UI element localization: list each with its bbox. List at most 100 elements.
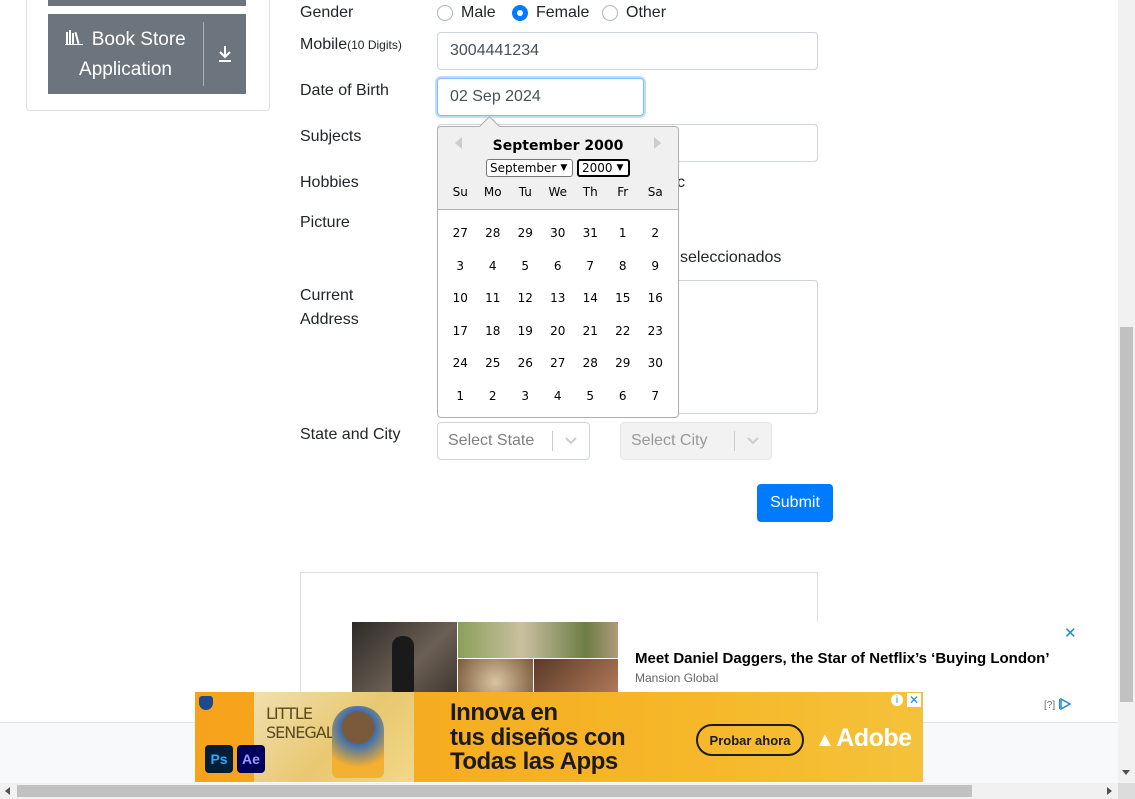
week-row: 3 4 5 6 7 8 9 (444, 250, 672, 283)
day-cell[interactable]: 5 (509, 259, 542, 273)
day-cell[interactable]: 4 (477, 259, 510, 273)
datepicker-popup: September 2000 September ▼ 2000 ▼ Su Mo Tu… (437, 126, 679, 418)
day-cell[interactable]: 9 (639, 259, 672, 273)
day-cell[interactable]: 15 (607, 291, 640, 305)
gender-other-label: Other (626, 4, 667, 21)
weekday-name: Mo (483, 185, 502, 199)
photoshop-icon: Ps (205, 745, 233, 773)
day-cell[interactable]: 19 (509, 324, 542, 338)
ad-promo-text: Innova en tus diseños con Todas las Apps (450, 699, 626, 775)
day-cell[interactable]: 2 (639, 226, 672, 240)
day-cell[interactable]: 23 (639, 324, 672, 338)
day-cell[interactable]: 6 (607, 389, 640, 403)
day-cell[interactable]: 29 (509, 226, 542, 240)
gender-male-radio[interactable]: Male (437, 4, 496, 22)
weekday-name: Fr (617, 185, 629, 199)
day-cell[interactable]: 24 (444, 356, 477, 370)
sidebar-previous-item[interactable] (48, 0, 246, 6)
submit-button[interactable]: Submit (757, 484, 833, 522)
day-cell[interactable]: 2 (477, 389, 510, 403)
gender-female-radio[interactable]: Female (512, 4, 589, 22)
gender-other-radio[interactable]: Other (602, 4, 666, 22)
promo-line3: Todas las Apps (450, 748, 618, 775)
week-row: 27 28 29 30 31 1 2 (444, 217, 672, 250)
scroll-left-icon[interactable] (5, 787, 10, 795)
ad-image-mansion[interactable] (458, 622, 618, 692)
day-cell[interactable]: 26 (509, 356, 542, 370)
state-select[interactable]: Select State (437, 422, 590, 460)
day-cell[interactable]: 12 (509, 291, 542, 305)
adobe-banner-ad[interactable]: LITTLE SENEGAL23 Ps Ae Innova en tus dis… (195, 692, 923, 782)
ad-help-link[interactable]: [?] (1044, 700, 1055, 711)
dob-label: Date of Birth (300, 82, 389, 99)
day-cell[interactable]: 10 (444, 291, 477, 305)
little-senegal-poster: LITTLE SENEGAL23 (254, 692, 414, 782)
day-cell[interactable]: 29 (607, 356, 640, 370)
day-cell[interactable]: 3 (509, 389, 542, 403)
day-cell[interactable]: 27 (444, 226, 477, 240)
day-cell[interactable]: 31 (574, 226, 607, 240)
day-cell[interactable]: 6 (542, 259, 575, 273)
adchoices[interactable]: [?] (1044, 697, 1073, 713)
day-cell[interactable]: 20 (542, 324, 575, 338)
day-cell[interactable]: 27 (542, 356, 575, 370)
radio-circle[interactable] (602, 5, 618, 21)
mobile-hint: (10 Digits) (347, 38, 402, 52)
next-month-icon[interactable] (654, 137, 661, 149)
chevron-down-icon (735, 436, 771, 446)
day-cell[interactable]: 21 (574, 324, 607, 338)
day-cell[interactable]: 7 (574, 259, 607, 273)
horizontal-scrollbar[interactable] (0, 783, 1118, 799)
day-cell[interactable]: 16 (639, 291, 672, 305)
day-cell[interactable]: 1 (444, 389, 477, 403)
radio-circle-checked[interactable] (512, 5, 528, 21)
probar-ahora-button[interactable]: Probar ahora (696, 724, 804, 756)
vertical-scroll-thumb[interactable] (1120, 327, 1133, 702)
day-cell[interactable]: 14 (574, 291, 607, 305)
download-icon[interactable] (204, 45, 246, 63)
horizontal-scroll-thumb[interactable] (17, 785, 972, 797)
chevron-down-icon[interactable] (553, 436, 589, 446)
day-cell[interactable]: 7 (639, 389, 672, 403)
ad-headline[interactable]: Meet Daniel Daggers, the Star of Netflix… (635, 650, 1050, 667)
day-cell[interactable]: 30 (639, 356, 672, 370)
day-cell[interactable]: 3 (444, 259, 477, 273)
day-cell[interactable]: 8 (607, 259, 640, 273)
person-silhouette (392, 636, 414, 692)
day-cell[interactable]: 28 (477, 226, 510, 240)
scroll-right-icon[interactable] (1107, 787, 1112, 795)
day-cell[interactable]: 1 (607, 226, 640, 240)
day-cell[interactable]: 18 (477, 324, 510, 338)
adchoices-icon[interactable] (1059, 697, 1073, 713)
mobile-input[interactable]: 3004441234 (437, 32, 818, 70)
gender-female-label: Female (536, 4, 590, 21)
day-cell[interactable]: 4 (542, 389, 575, 403)
year-select-value: 2000 (582, 161, 613, 175)
book-store-application-button[interactable]: Book Store Application (48, 14, 246, 94)
month-select-value: September (490, 161, 557, 175)
close-icon[interactable]: ✕ (1064, 624, 1077, 642)
ad-info-icon[interactable]: i (891, 694, 903, 706)
scroll-down-icon[interactable] (1122, 770, 1130, 775)
radio-circle[interactable] (437, 5, 453, 21)
mansion-interior-images (458, 659, 618, 692)
datepicker-header: September 2000 September ▼ 2000 ▼ Su Mo Tu… (438, 127, 678, 210)
day-cell[interactable]: 30 (542, 226, 575, 240)
ad-close-icon[interactable]: ✕ (907, 693, 921, 707)
child-illustration (332, 706, 384, 778)
day-cell[interactable]: 5 (574, 389, 607, 403)
day-cell[interactable]: 11 (477, 291, 510, 305)
day-cell[interactable]: 28 (574, 356, 607, 370)
day-cell[interactable]: 22 (607, 324, 640, 338)
vertical-scrollbar[interactable] (1118, 0, 1135, 783)
dob-input[interactable]: 02 Sep 2024 (437, 78, 644, 116)
month-select[interactable]: September ▼ (486, 159, 573, 177)
day-cell[interactable]: 17 (444, 324, 477, 338)
year-select[interactable]: 2000 ▼ (577, 159, 630, 177)
scrollbar-corner (1118, 783, 1135, 799)
day-cell[interactable]: 25 (477, 356, 510, 370)
current-address-label: Current Address (300, 284, 359, 332)
ad-image-person[interactable] (352, 622, 457, 692)
promo-line1: Innova en (450, 699, 558, 726)
day-cell[interactable]: 13 (542, 291, 575, 305)
